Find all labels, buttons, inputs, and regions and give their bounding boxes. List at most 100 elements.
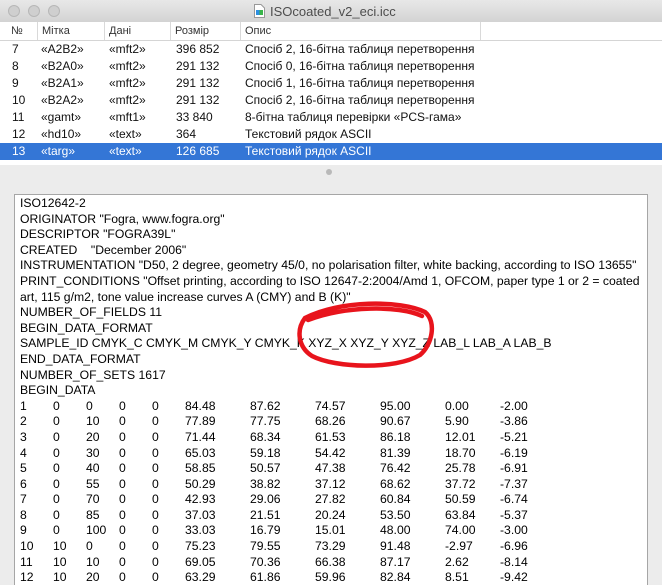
data-cell: 37.72 (445, 476, 476, 491)
data-cell: 0 (152, 461, 159, 476)
data-cell: 0 (53, 445, 60, 460)
data-cell: 0 (119, 429, 126, 444)
row-tag: «hd10» (41, 127, 82, 141)
data-cell: 70.36 (250, 554, 281, 569)
data-cell: 71.44 (185, 429, 216, 444)
data-cell: 0 (86, 539, 93, 554)
split-view-handle[interactable] (326, 169, 332, 175)
minimize-window-button[interactable] (28, 5, 40, 17)
data-cell: 69.05 (185, 554, 216, 569)
data-cell: 3 (20, 429, 27, 444)
data-cell: 0 (53, 398, 60, 413)
data-cell: 38.82 (250, 476, 281, 491)
data-cell: -6.91 (500, 461, 528, 476)
data-cell: 8.51 (445, 570, 469, 585)
data-cell: 76.42 (380, 461, 411, 476)
data-cell: -6.74 (500, 492, 528, 507)
row-number: 12 (12, 127, 26, 141)
text-line: NUMBER_OF_SETS 1617 (20, 367, 166, 382)
table-row[interactable]: 12 «hd10» «text» 364 Текстовий рядок ASCII (0, 126, 662, 143)
data-cell: 20.24 (315, 507, 346, 522)
data-cell: 59.18 (250, 445, 281, 460)
data-cell: 68.34 (250, 429, 281, 444)
row-data-type: «mft2» (109, 93, 146, 107)
column-header-empty (480, 22, 662, 40)
data-cell: 61.86 (250, 570, 281, 585)
data-cell: -2.97 (445, 539, 473, 554)
text-line: CREATED "December 2006" (20, 242, 187, 257)
window-title: ISOcoated_v2_eci.icc (254, 3, 396, 19)
table-row[interactable]: 11 «gamt» «mft1» 33 840 8-бітна таблиця пере… (0, 109, 662, 126)
data-cell: -5.37 (500, 507, 528, 522)
tag-table[interactable]: № Мітка Дані Розмір Опис 7 «A2B2» «mft2» 39… (0, 22, 662, 165)
data-cell: 29.06 (250, 492, 281, 507)
data-cell: 0 (152, 539, 159, 554)
column-header-description[interactable]: Опис (240, 22, 480, 40)
data-cell: -2.00 (500, 398, 528, 413)
data-cell: -8.14 (500, 554, 528, 569)
close-window-button[interactable] (8, 5, 20, 17)
data-row: 8 0 85 0 0 37.03 21.51 20.24 53.50 63.84 -5.37 (20, 508, 640, 524)
data-cell: 2.62 (445, 554, 469, 569)
row-tag: «B2A2» (41, 93, 84, 107)
title-bar: ISOcoated_v2_eci.icc (0, 0, 662, 23)
data-cell: 0 (119, 554, 126, 569)
data-cell: 8 (20, 507, 27, 522)
data-cell: 0 (152, 523, 159, 538)
data-cell: 12 (20, 570, 34, 585)
data-cell: 91.48 (380, 539, 411, 554)
table-row[interactable]: 9 «B2A1» «mft2» 291 132 Спосіб 1, 16-бітна т… (0, 75, 662, 92)
data-cell: 7 (20, 492, 27, 507)
data-cell: 0 (53, 507, 60, 522)
data-cell: -5.21 (500, 429, 528, 444)
data-row: 5 0 40 0 0 58.85 50.57 47.38 76.42 25.78 -6.91 (20, 461, 640, 477)
row-description: Спосіб 2, 16-бітна таблиця перетворення (245, 93, 475, 107)
data-cell: 68.62 (380, 476, 411, 491)
column-header-data[interactable]: Дані (104, 22, 170, 40)
data-cell: 100 (86, 523, 107, 538)
table-row[interactable]: 10 «B2A2» «mft2» 291 132 Спосіб 2, 16-бітна … (0, 92, 662, 109)
zoom-window-button[interactable] (48, 5, 60, 17)
data-cell: 47.38 (315, 461, 346, 476)
data-cell: 85 (86, 507, 100, 522)
data-cell: 0 (119, 445, 126, 460)
table-row[interactable]: 13 «targ» «text» 126 685 Текстовий рядок ASC… (0, 143, 662, 160)
row-tag: «gamt» (41, 110, 82, 124)
row-size: 396 852 (176, 42, 220, 56)
data-row: 6 0 55 0 0 50.29 38.82 37.12 68.62 37.72 -7.37 (20, 477, 640, 493)
data-cell: 10 (53, 554, 67, 569)
text-line: SAMPLE_ID CMYK_C CMYK_M CMYK_Y CMYK_K XY… (20, 336, 552, 351)
data-cell: 0 (119, 461, 126, 476)
row-description: Спосіб 1, 16-бітна таблиця перетворення (245, 76, 475, 90)
data-row: 7 0 70 0 0 42.93 29.06 27.82 60.84 50.59 -6.74 (20, 492, 640, 508)
data-cell: 60.84 (380, 492, 411, 507)
data-cell: 86.18 (380, 429, 411, 444)
data-cell: 0 (53, 492, 60, 507)
table-row[interactable]: 7 «A2B2» «mft2» 396 852 Спосіб 2, 16-бітна т… (0, 41, 662, 58)
data-cell: 37.03 (185, 507, 216, 522)
row-data-type: «mft2» (109, 76, 146, 90)
column-header-tag[interactable]: Мітка (37, 22, 104, 40)
data-cell: 18.70 (445, 445, 476, 460)
data-cell: 16.79 (250, 523, 281, 538)
data-cell: 21.51 (250, 507, 281, 522)
tag-text-view[interactable]: ISO12642-2 ORIGINATOR "Fogra, www.fogra.o… (14, 194, 648, 585)
data-cell: 0 (152, 398, 159, 413)
data-cell: 87.62 (250, 398, 281, 413)
column-header-size[interactable]: Розмір (170, 22, 240, 40)
data-cell: 81.39 (380, 445, 411, 460)
data-cell: 0 (119, 539, 126, 554)
data-cell: 42.93 (185, 492, 216, 507)
data-cell: 37.12 (315, 476, 346, 491)
data-cell: -6.19 (500, 445, 528, 460)
text-line: BEGIN_DATA (20, 383, 96, 398)
row-tag: «A2B2» (41, 42, 84, 56)
data-row: 4 0 30 0 0 65.03 59.18 54.42 81.39 18.70 -6.19 (20, 446, 640, 462)
data-cell: 95.00 (380, 398, 411, 413)
data-cell: 0 (86, 398, 93, 413)
column-header-number[interactable]: № (7, 22, 37, 40)
document-icon (254, 4, 265, 18)
table-row[interactable]: 8 «B2A0» «mft2» 291 132 Спосіб 0, 16-бітна т… (0, 58, 662, 75)
data-cell: 65.03 (185, 445, 216, 460)
row-description: Спосіб 0, 16-бітна таблиця перетворення (245, 59, 475, 73)
